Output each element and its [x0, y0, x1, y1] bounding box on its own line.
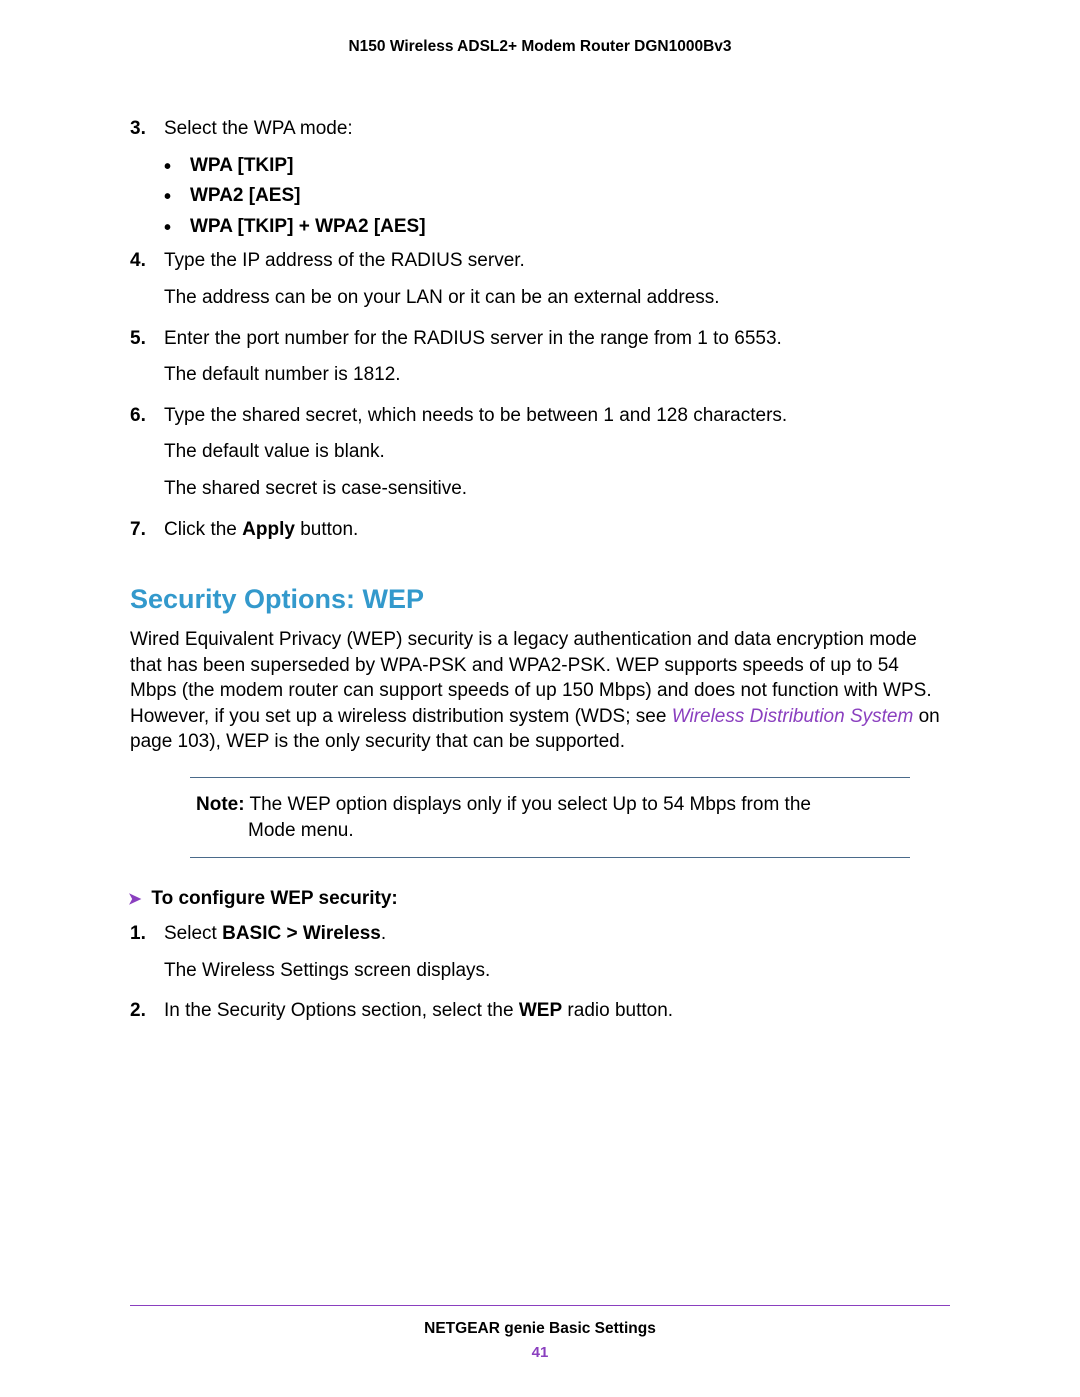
step-body: Select BASIC > Wireless. The Wireless Se… [164, 921, 950, 994]
step-body: In the Security Options section, select … [164, 998, 950, 1035]
step-body: Select the WPA mode: • WPA [TKIP] • WPA2… [164, 116, 950, 244]
section-paragraph: Wired Equivalent Privacy (WEP) security … [130, 627, 950, 755]
bold-text: Apply [242, 519, 295, 540]
bullet-item: • WPA2 [AES] [164, 183, 950, 210]
bullet-text: WPA [TKIP] + WPA2 [AES] [190, 214, 426, 241]
text: In the Security Options section, select … [164, 1000, 519, 1021]
section-heading-security-options-wep: Security Options: WEP [130, 581, 950, 619]
step-text: The address can be on your LAN or it can… [164, 285, 950, 312]
note-text: The WEP option displays only if you sele… [245, 794, 811, 815]
step-text: The shared secret is case-sensitive. [164, 476, 950, 503]
page-footer: NETGEAR genie Basic Settings 41 [130, 1305, 950, 1361]
step-text: The Wireless Settings screen displays. [164, 958, 950, 985]
step-7: 7. Click the Apply button. [130, 517, 950, 554]
note-body: Note: The WEP option displays only if yo… [190, 784, 910, 851]
step-5: 5. Enter the port number for the RADIUS … [130, 326, 950, 399]
bullet-item: • WPA [TKIP] [164, 153, 950, 180]
bullet-item: • WPA [TKIP] + WPA2 [AES] [164, 214, 950, 241]
text: button. [295, 519, 358, 540]
step-text: Click the Apply button. [164, 517, 950, 544]
step-number: 2. [130, 998, 164, 1035]
note-line: Note: The WEP option displays only if yo… [196, 792, 904, 818]
step-body: Type the IP address of the RADIUS server… [164, 248, 950, 321]
step-text: Enter the port number for the RADIUS ser… [164, 326, 950, 353]
step-body: Click the Apply button. [164, 517, 950, 554]
bullet-dot-icon: • [164, 183, 190, 210]
page-number: 41 [130, 1344, 950, 1361]
footer-chapter-title: NETGEAR genie Basic Settings [130, 1320, 950, 1338]
cross-reference-link[interactable]: Wireless Distribution System [672, 706, 914, 727]
horizontal-rule [190, 777, 910, 778]
step-number: 4. [130, 248, 164, 321]
note-lead: Note: [196, 794, 245, 815]
bold-text: WEP [519, 1000, 562, 1021]
step-4: 4. Type the IP address of the RADIUS ser… [130, 248, 950, 321]
text: Select [164, 923, 222, 944]
step-6: 6. Type the shared secret, which needs t… [130, 403, 950, 513]
page: N150 Wireless ADSL2+ Modem Router DGN100… [0, 0, 1080, 1397]
bullet-text: WPA [TKIP] [190, 153, 293, 180]
text: Click the [164, 519, 242, 540]
step-text: In the Security Options section, select … [164, 998, 950, 1025]
step-body: Type the shared secret, which needs to b… [164, 403, 950, 513]
step-text: The default number is 1812. [164, 362, 950, 389]
note-line: Mode menu. [196, 818, 904, 844]
text: . [381, 923, 386, 944]
step-number: 6. [130, 403, 164, 513]
footer-rule [130, 1305, 950, 1306]
body-content: 3. Select the WPA mode: • WPA [TKIP] • W… [130, 116, 950, 1035]
step-text: Type the IP address of the RADIUS server… [164, 248, 950, 275]
bold-text: BASIC > Wireless [222, 923, 381, 944]
procedure-title: To configure WEP security: [151, 886, 397, 913]
proc-step-2: 2. In the Security Options section, sele… [130, 998, 950, 1035]
procedure-heading: ➤ To configure WEP security: [128, 886, 950, 913]
procedure-configure-wep: ➤ To configure WEP security: 1. Select B… [130, 886, 950, 1034]
step-text: Select the WPA mode: [164, 116, 950, 143]
wpa-mode-bullets: • WPA [TKIP] • WPA2 [AES] • WPA [TKIP] +… [164, 153, 950, 241]
step-text: Select BASIC > Wireless. [164, 921, 950, 948]
horizontal-rule [190, 857, 910, 858]
step-number: 1. [130, 921, 164, 994]
step-number: 3. [130, 116, 164, 244]
step-text: Type the shared secret, which needs to b… [164, 403, 950, 430]
step-3: 3. Select the WPA mode: • WPA [TKIP] • W… [130, 116, 950, 244]
bullet-dot-icon: • [164, 214, 190, 241]
proc-step-1: 1. Select BASIC > Wireless. The Wireless… [130, 921, 950, 994]
step-number: 5. [130, 326, 164, 399]
step-text: The default value is blank. [164, 439, 950, 466]
document-header-title: N150 Wireless ADSL2+ Modem Router DGN100… [130, 38, 950, 56]
step-number: 7. [130, 517, 164, 554]
triangle-right-icon: ➤ [128, 889, 141, 908]
step-body: Enter the port number for the RADIUS ser… [164, 326, 950, 399]
note-block: Note: The WEP option displays only if yo… [190, 777, 910, 858]
bullet-dot-icon: • [164, 153, 190, 180]
text: radio button. [562, 1000, 673, 1021]
bullet-text: WPA2 [AES] [190, 183, 300, 210]
